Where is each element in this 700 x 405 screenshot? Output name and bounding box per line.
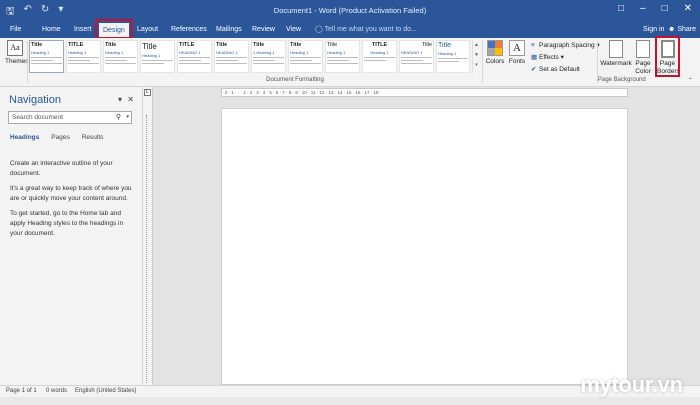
style-set-thumb[interactable]: Title Heading 1 xyxy=(325,40,360,73)
tab-mailings[interactable]: Mailings xyxy=(212,22,246,38)
site-watermark: mytour.vn xyxy=(580,372,683,397)
search-input[interactable]: Search document ⚲ ▾ xyxy=(8,111,132,124)
style-set-thumb[interactable]: Title Heading 1 xyxy=(29,40,64,73)
lightbulb-icon: ◯ xyxy=(315,26,325,33)
navigation-tabs: Headings Pages Results xyxy=(10,134,103,141)
close-icon[interactable]: ✕ xyxy=(684,3,692,14)
style-set-thumb[interactable]: TITLE HEADING 1 xyxy=(177,40,212,73)
page-color-icon xyxy=(636,40,650,58)
minimize-icon[interactable]: – xyxy=(640,3,646,14)
paragraph-spacing-button[interactable]: ≡ Paragraph Spacing ▾ xyxy=(531,40,600,52)
tab-insert[interactable]: Insert xyxy=(70,22,96,38)
navigation-pane: Navigation ▾ ✕ Search document ⚲ ▾ Headi… xyxy=(0,87,143,385)
style-set-thumb[interactable]: TITLE Heading 1 xyxy=(66,40,101,73)
colors-button[interactable]: Colors xyxy=(485,40,505,65)
search-dropdown-icon[interactable]: ▾ xyxy=(126,112,129,123)
style-set-thumb[interactable]: Title HEADING 1 xyxy=(214,40,249,73)
style-set-thumb[interactable]: Title 1 Heading 1 xyxy=(251,40,286,73)
tab-selector[interactable]: L xyxy=(144,89,151,96)
themes-icon: Aa xyxy=(7,40,23,56)
person-icon: ☻ xyxy=(668,26,678,33)
tab-view[interactable]: View xyxy=(282,22,305,38)
window-title: Document1 - Word (Product Activation Fai… xyxy=(273,6,427,15)
navigation-title: Navigation xyxy=(9,94,61,106)
tab-headings[interactable]: Headings xyxy=(10,134,39,141)
ribbon-divider xyxy=(27,41,28,83)
chevron-up-icon[interactable]: ▲ xyxy=(473,40,480,50)
page-count[interactable]: Page 1 of 1 xyxy=(6,388,37,394)
style-set-thumb[interactable]: TITLE Heading 1 xyxy=(362,40,397,73)
checkmark-icon: ✔ xyxy=(531,66,537,73)
themes-button[interactable]: Aa Themes xyxy=(5,40,28,65)
page-background-group-label: Page Background xyxy=(598,77,646,83)
tab-results[interactable]: Results xyxy=(82,134,104,141)
ribbon-divider xyxy=(482,41,483,83)
page-borders-highlight xyxy=(655,36,680,77)
tab-layout[interactable]: Layout xyxy=(133,22,162,38)
collapse-ribbon-icon[interactable]: ⌃ xyxy=(688,77,693,84)
document-page[interactable] xyxy=(221,108,628,385)
language-status[interactable]: English (United States) xyxy=(75,388,136,394)
watermark-icon xyxy=(609,40,623,58)
tab-file[interactable]: File xyxy=(6,22,25,38)
style-set-thumb[interactable]: Title Heading 1 xyxy=(436,40,470,73)
set-as-default-button[interactable]: ✔ Set as Default xyxy=(531,64,595,76)
pane-options-icon[interactable]: ▾ xyxy=(118,95,122,104)
search-icon[interactable]: ⚲ xyxy=(116,112,121,123)
word-count[interactable]: 0 words xyxy=(46,388,67,394)
fonts-button[interactable]: A Fonts xyxy=(507,40,527,65)
document-formatting-group-label: Document Formatting xyxy=(266,77,324,83)
style-set-thumb[interactable]: Title Heading 1 xyxy=(103,40,138,73)
maximize-icon[interactable]: □ xyxy=(662,3,668,14)
watermark-button[interactable]: Watermark xyxy=(600,40,632,68)
effects-button[interactable]: ▦ Effects ▾ xyxy=(531,52,595,64)
colors-icon xyxy=(487,40,503,56)
ribbon-options-icon[interactable]: □ xyxy=(618,3,624,14)
page-color-button[interactable]: Page Color xyxy=(632,40,654,76)
navigation-controls: ▾ ✕ xyxy=(118,95,134,104)
window-controls: □ – □ ✕ xyxy=(618,3,692,14)
chevron-down-icon[interactable]: ▼ xyxy=(473,50,480,60)
ribbon-design: Aa Themes Title Heading 1 TITLE Heading 1 … xyxy=(0,38,700,87)
effects-icon: ▦ xyxy=(531,54,538,61)
paragraph-spacing-icon: ≡ xyxy=(531,42,535,49)
tab-references[interactable]: References xyxy=(167,22,211,38)
tell-me-box[interactable]: ◯ Tell me what you want to do... xyxy=(315,22,417,38)
navigation-help-text: Create an interactive outline of your do… xyxy=(10,160,132,237)
gallery-scroll[interactable]: ▲ ▼ ▾ xyxy=(472,40,480,73)
horizontal-ruler: · 2 · 1 · · · 1 · 2 · 3 · 4 · 5 · 6 · 7 … xyxy=(221,88,628,97)
tab-pages[interactable]: Pages xyxy=(51,134,69,141)
design-tab-highlight xyxy=(95,19,133,39)
format-options: ≡ Paragraph Spacing ▾ ▦ Effects ▾ ✔ Set as … xyxy=(531,40,600,76)
style-set-thumb[interactable]: Title HEADING 1 xyxy=(399,40,434,73)
style-set-gallery: Title Heading 1 TITLE Heading 1 Title Headi… xyxy=(29,40,480,73)
tab-review[interactable]: Review xyxy=(248,22,279,38)
style-set-thumb[interactable]: Title Heading 1 xyxy=(140,40,175,73)
tab-home[interactable]: Home xyxy=(38,22,65,38)
fonts-icon: A xyxy=(509,40,525,56)
style-set-thumb[interactable]: Title Heading 1 xyxy=(288,40,323,73)
close-pane-icon[interactable]: ✕ xyxy=(127,95,134,104)
vertical-ruler-marks xyxy=(146,115,150,383)
gallery-expand-icon[interactable]: ▾ xyxy=(473,60,480,70)
